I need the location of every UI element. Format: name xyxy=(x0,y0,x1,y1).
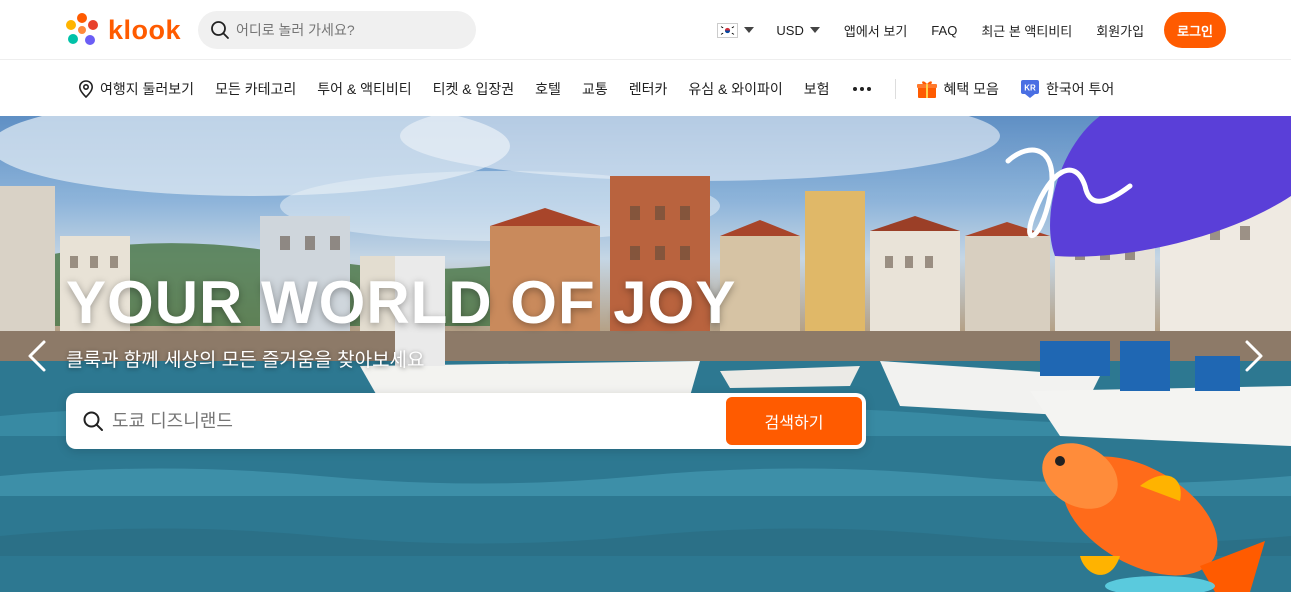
hero-subtitle: 클룩과 함께 세상의 모든 즐거움을 찾아보세요 xyxy=(66,350,425,371)
klook-logo-mark-icon xyxy=(66,13,98,45)
chevron-right-icon[interactable] xyxy=(1239,336,1269,376)
signup-link[interactable]: 회원가입 xyxy=(1096,21,1144,40)
nav-item-car-rental[interactable]: 렌터카 xyxy=(629,79,668,99)
nav-item-tickets[interactable]: 티켓 & 입장권 xyxy=(433,79,515,99)
chevron-left-icon[interactable] xyxy=(22,336,52,376)
more-dots-icon[interactable] xyxy=(851,83,873,95)
klook-logo[interactable]: klook xyxy=(64,12,181,48)
nav-item-label: 여행지 둘러보기 xyxy=(100,80,195,97)
nav-divider xyxy=(894,78,896,99)
chevron-down-icon xyxy=(744,27,755,33)
nav-item-sim-wifi[interactable]: 유심 & 와이파이 xyxy=(688,79,782,99)
login-button[interactable]: 로그인 xyxy=(1164,12,1226,48)
category-nav: 여행지 둘러보기 모든 카테고리 투어 & 액티비티 티켓 & 입장권 호텔 교… xyxy=(0,61,1291,116)
nav-item-label: 혜택 모음 xyxy=(943,80,999,97)
kr-badge-text: KR xyxy=(1024,83,1036,92)
hero-search-input[interactable] xyxy=(112,410,702,432)
nav-item-explore[interactable]: 여행지 둘러보기 xyxy=(78,79,194,99)
hero-title: YOUR WORLD OF JOY xyxy=(66,269,737,336)
search-icon xyxy=(211,21,229,39)
kr-tour-badge-icon: KR xyxy=(1020,79,1039,98)
currency-select[interactable]: USD xyxy=(776,22,820,38)
faq-link[interactable]: FAQ xyxy=(931,23,957,38)
nav-item-tours-activities[interactable]: 투어 & 액티비티 xyxy=(317,79,411,99)
nav-item-all-categories[interactable]: 모든 카테고리 xyxy=(215,79,296,99)
search-icon xyxy=(83,411,103,431)
nav-item-hotels[interactable]: 호텔 xyxy=(535,79,561,99)
gift-icon xyxy=(916,80,937,98)
recently-viewed-link[interactable]: 최근 본 액티비티 xyxy=(981,21,1072,40)
currency-label: USD xyxy=(776,22,804,38)
app-link[interactable]: 앱에서 보기 xyxy=(844,21,907,40)
hero-search-box[interactable]: 검색하기 xyxy=(66,393,866,449)
nav-item-transport[interactable]: 교통 xyxy=(582,79,608,99)
kr-flag-icon xyxy=(717,22,739,38)
nav-item-korean-tour[interactable]: KR 한국어 투어 xyxy=(1020,79,1114,99)
header-search-input[interactable] xyxy=(236,22,456,38)
header-search-box[interactable] xyxy=(198,11,476,49)
hero-search-button[interactable]: 검색하기 xyxy=(726,397,862,445)
location-pin-icon xyxy=(78,79,94,98)
nav-item-promotions[interactable]: 혜택 모음 xyxy=(916,79,999,99)
nav-item-label: 한국어 투어 xyxy=(1045,80,1115,97)
hero-banner: YOUR WORLD OF JOY 클룩과 함께 세상의 모든 즐거움을 찾아보… xyxy=(0,116,1291,592)
chevron-down-icon xyxy=(809,27,820,33)
top-header: klook USD 앱에서 보기 FAQ 최근 본 액티 xyxy=(0,0,1291,60)
klook-logo-text: klook xyxy=(108,14,182,45)
language-select[interactable] xyxy=(717,22,755,38)
nav-item-insurance[interactable]: 보험 xyxy=(804,79,830,99)
header-right-menu: USD 앱에서 보기 FAQ 최근 본 액티비티 회원가입 로그인 xyxy=(717,12,1226,48)
